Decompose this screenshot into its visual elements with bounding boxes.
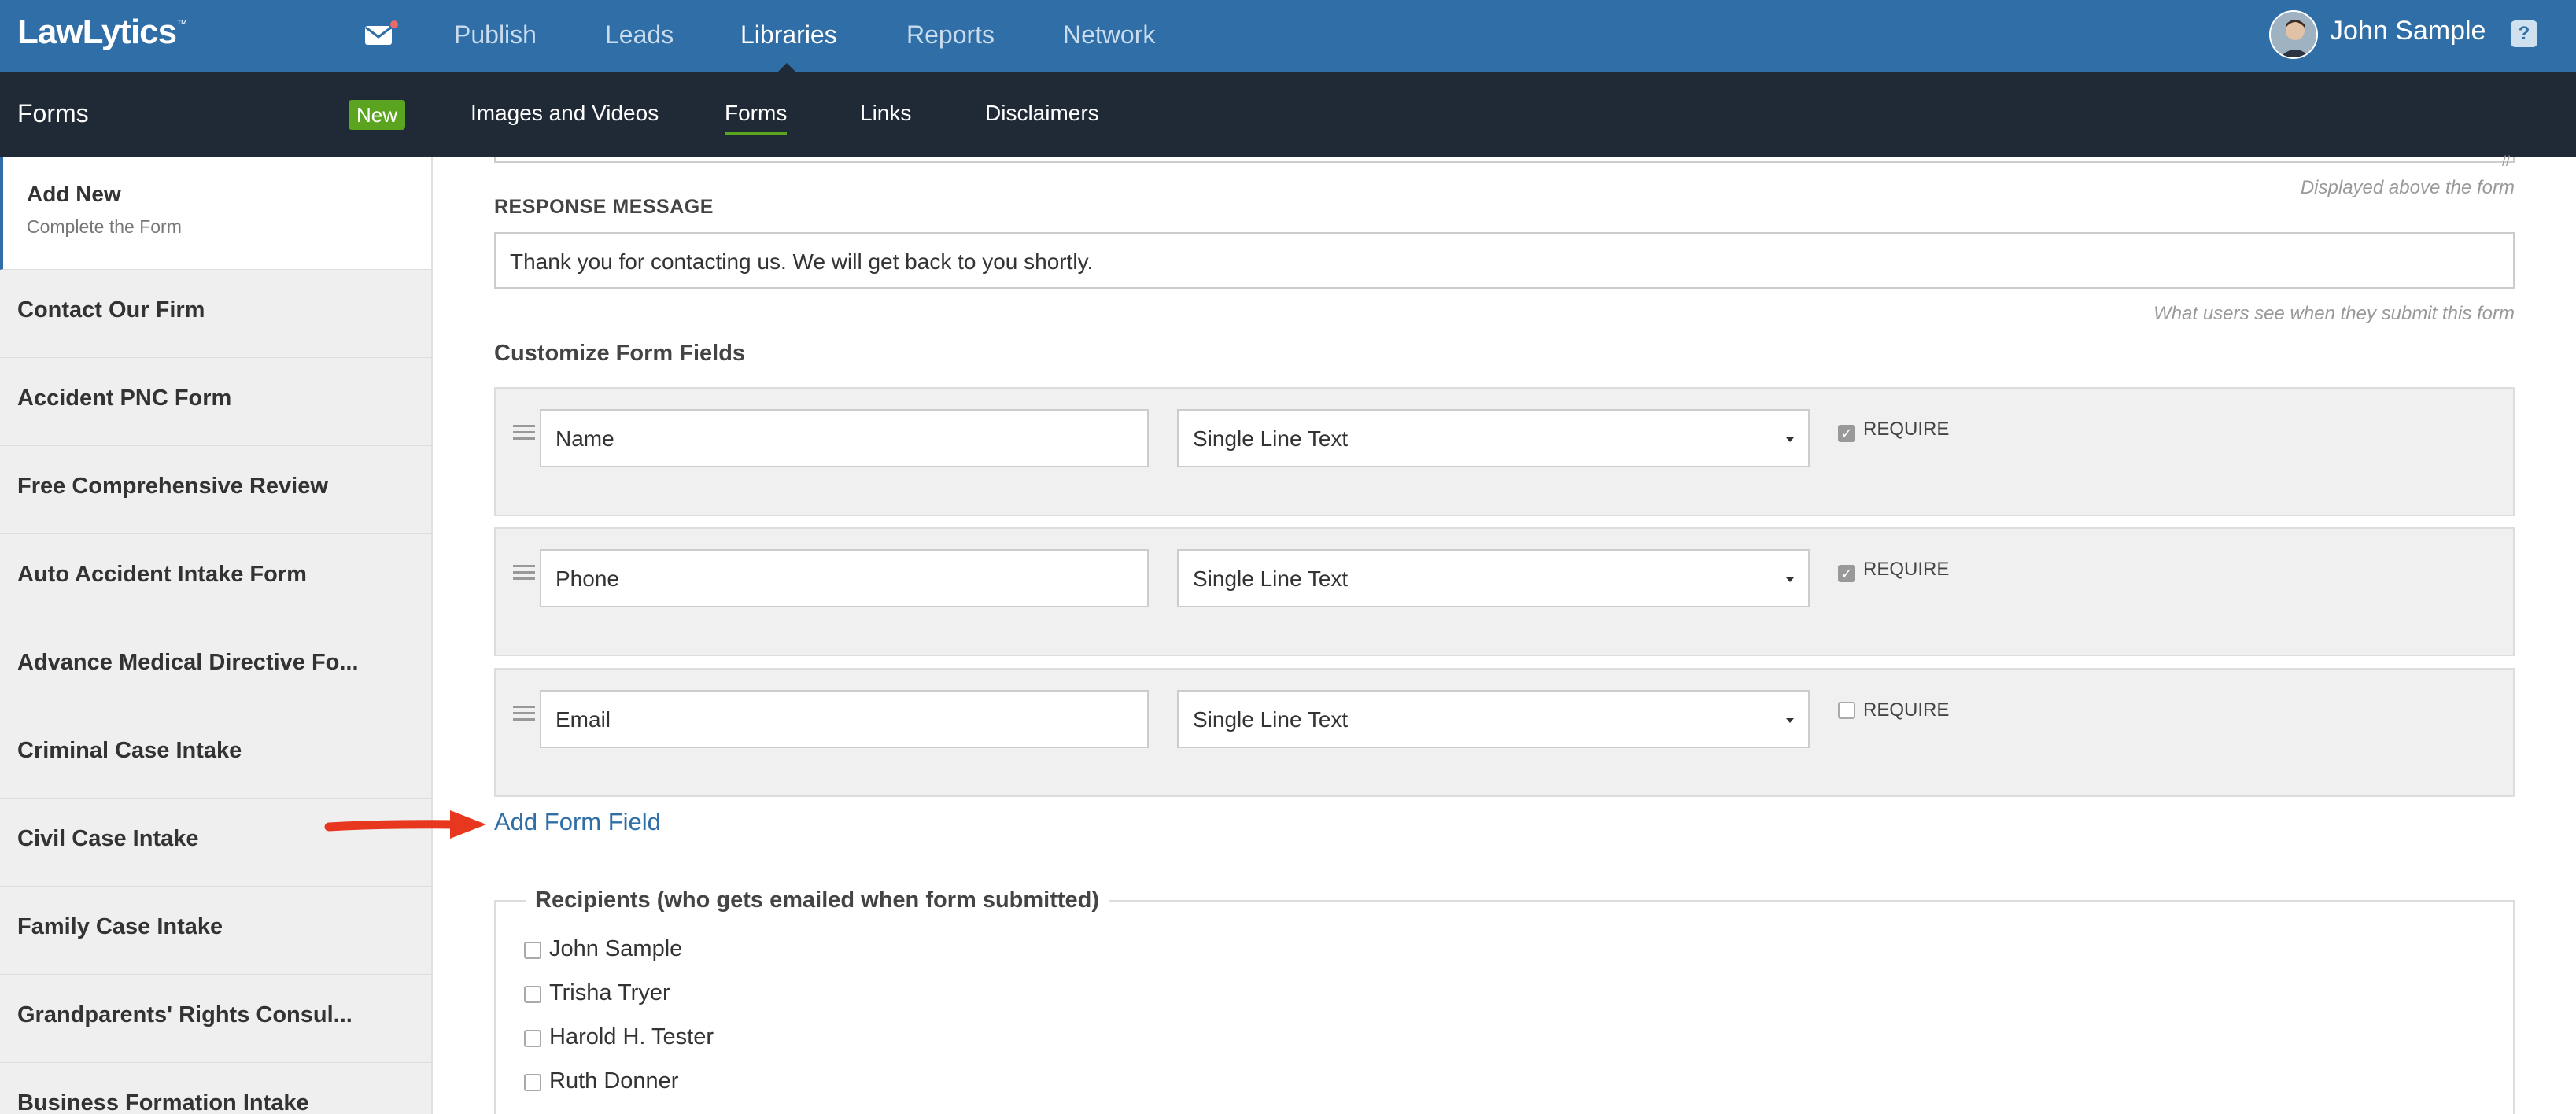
recipient-name: Ruth Donner bbox=[549, 1068, 679, 1094]
resize-grip-icon[interactable]: // bbox=[2502, 153, 2510, 170]
checkbox-unchecked-icon[interactable] bbox=[524, 942, 541, 959]
nav-libraries[interactable]: Libraries bbox=[740, 20, 837, 50]
require-label: REQUIRE bbox=[1863, 559, 1950, 580]
require-label: REQUIRE bbox=[1863, 699, 1950, 721]
recipients-fieldset: Recipients (who gets emailed when form s… bbox=[494, 887, 2515, 1114]
customize-form-fields-title: Customize Form Fields bbox=[494, 341, 746, 366]
response-hint: What users see when they submit this for… bbox=[2153, 303, 2515, 324]
add-form-field-link[interactable]: Add Form Field bbox=[494, 808, 661, 836]
intro-hint: Displayed above the form bbox=[2300, 177, 2515, 198]
sidebar-add-new[interactable]: Add New Complete the Form bbox=[0, 157, 431, 270]
field-type-select[interactable]: Single Line Text bbox=[1177, 409, 1810, 467]
field-name-input[interactable]: Email bbox=[540, 690, 1149, 748]
field-type-value: Single Line Text bbox=[1193, 426, 1349, 451]
form-field-row: Email Single Line Text REQUIRE bbox=[494, 668, 2515, 797]
checkbox-unchecked-icon[interactable] bbox=[1838, 702, 1855, 719]
require-checkbox[interactable]: REQUIRE bbox=[1838, 699, 1949, 721]
notification-dot bbox=[389, 19, 400, 30]
sidebar-item-accident-pnc-form[interactable]: Accident PNC Form bbox=[0, 358, 431, 446]
new-badge[interactable]: New bbox=[349, 100, 406, 130]
checkbox-checked-icon[interactable]: ✓ bbox=[1838, 425, 1855, 442]
require-checkbox[interactable]: ✓ REQUIRE bbox=[1838, 559, 1949, 582]
chevron-down-icon bbox=[1786, 577, 1794, 582]
checkbox-unchecked-icon[interactable] bbox=[524, 986, 541, 1003]
recipient-name: Trisha Tryer bbox=[549, 980, 670, 1005]
sidebar-item-grandparents-rights[interactable]: Grandparents' Rights Consul... bbox=[0, 975, 431, 1063]
top-navigation-bar: LawLytics™ Publish Leads Libraries Repor… bbox=[0, 0, 2576, 72]
checkbox-unchecked-icon[interactable] bbox=[524, 1030, 541, 1047]
nav-network[interactable]: Network bbox=[1063, 20, 1155, 50]
sidebar-item-auto-accident-intake-form[interactable]: Auto Accident Intake Form bbox=[0, 534, 431, 622]
sidebar-item-contact-our-firm[interactable]: Contact Our Firm bbox=[0, 270, 431, 358]
chevron-down-icon bbox=[1786, 718, 1794, 723]
recipients-legend: Recipients (who gets emailed when form s… bbox=[526, 887, 1109, 913]
sidebar-item-advance-medical-directive[interactable]: Advance Medical Directive Fo... bbox=[0, 622, 431, 710]
sidebar-item-free-comprehensive-review[interactable]: Free Comprehensive Review bbox=[0, 446, 431, 534]
field-type-select[interactable]: Single Line Text bbox=[1177, 549, 1810, 607]
chevron-down-icon bbox=[1786, 437, 1794, 442]
user-name[interactable]: John Sample bbox=[2330, 16, 2486, 46]
sidebar-item-family-case-intake[interactable]: Family Case Intake bbox=[0, 887, 431, 975]
avatar[interactable] bbox=[2269, 10, 2318, 59]
drag-handle-icon[interactable] bbox=[513, 425, 535, 444]
recipient-name: Harold H. Tester bbox=[549, 1024, 714, 1049]
tab-forms[interactable]: Forms bbox=[725, 101, 788, 135]
lawlytics-logo[interactable]: LawLytics™ bbox=[17, 13, 187, 52]
sidebar-item-business-formation-intake[interactable]: Business Formation Intake bbox=[0, 1063, 431, 1114]
tab-links[interactable]: Links bbox=[860, 101, 911, 126]
require-checkbox[interactable]: ✓ REQUIRE bbox=[1838, 419, 1949, 442]
recipient-name: John Sample bbox=[549, 936, 683, 961]
nav-publish[interactable]: Publish bbox=[454, 20, 537, 50]
nav-leads[interactable]: Leads bbox=[605, 20, 674, 50]
tab-images-and-videos[interactable]: Images and Videos bbox=[471, 101, 659, 126]
checkbox-checked-icon[interactable]: ✓ bbox=[1838, 565, 1855, 582]
response-message-label: RESPONSE MESSAGE bbox=[494, 196, 714, 218]
active-nav-caret bbox=[777, 63, 796, 72]
recipient-option[interactable]: John Sample bbox=[524, 936, 682, 962]
recipient-option[interactable]: Harold H. Tester bbox=[524, 1024, 714, 1050]
recipient-option[interactable]: Trisha Tryer bbox=[524, 980, 670, 1006]
field-name-input[interactable]: Name bbox=[540, 409, 1149, 467]
intro-textarea[interactable] bbox=[494, 157, 2515, 163]
checkbox-unchecked-icon[interactable] bbox=[524, 1074, 541, 1091]
recipient-option[interactable]: Ruth Donner bbox=[524, 1068, 678, 1094]
nav-reports[interactable]: Reports bbox=[906, 20, 995, 50]
add-new-subtitle: Complete the Form bbox=[27, 216, 182, 237]
field-type-select[interactable]: Single Line Text bbox=[1177, 690, 1810, 748]
section-title: Forms bbox=[17, 99, 89, 127]
form-field-row: Name Single Line Text ✓ REQUIRE bbox=[494, 387, 2515, 516]
form-editor: // Displayed above the form RESPONSE MES… bbox=[324, 153, 2576, 1114]
sidebar-item-criminal-case-intake[interactable]: Criminal Case Intake bbox=[0, 710, 431, 799]
field-type-value: Single Line Text bbox=[1193, 707, 1349, 732]
require-label: REQUIRE bbox=[1863, 419, 1950, 440]
help-icon[interactable]: ? bbox=[2511, 20, 2537, 47]
field-type-value: Single Line Text bbox=[1193, 566, 1349, 591]
response-message-input[interactable]: Thank you for contacting us. We will get… bbox=[494, 232, 2515, 289]
add-new-title: Add New bbox=[27, 182, 121, 206]
drag-handle-icon[interactable] bbox=[513, 565, 535, 584]
drag-handle-icon[interactable] bbox=[513, 706, 535, 725]
field-name-input[interactable]: Phone bbox=[540, 549, 1149, 607]
red-arrow-annotation-icon bbox=[324, 810, 486, 839]
sub-navigation-bar: Forms New Images and Videos Forms Links … bbox=[0, 72, 2576, 157]
form-field-row: Phone Single Line Text ✓ REQUIRE bbox=[494, 527, 2515, 656]
forms-sidebar: Add New Complete the Form Contact Our Fi… bbox=[0, 157, 433, 1114]
tab-disclaimers[interactable]: Disclaimers bbox=[985, 101, 1099, 126]
